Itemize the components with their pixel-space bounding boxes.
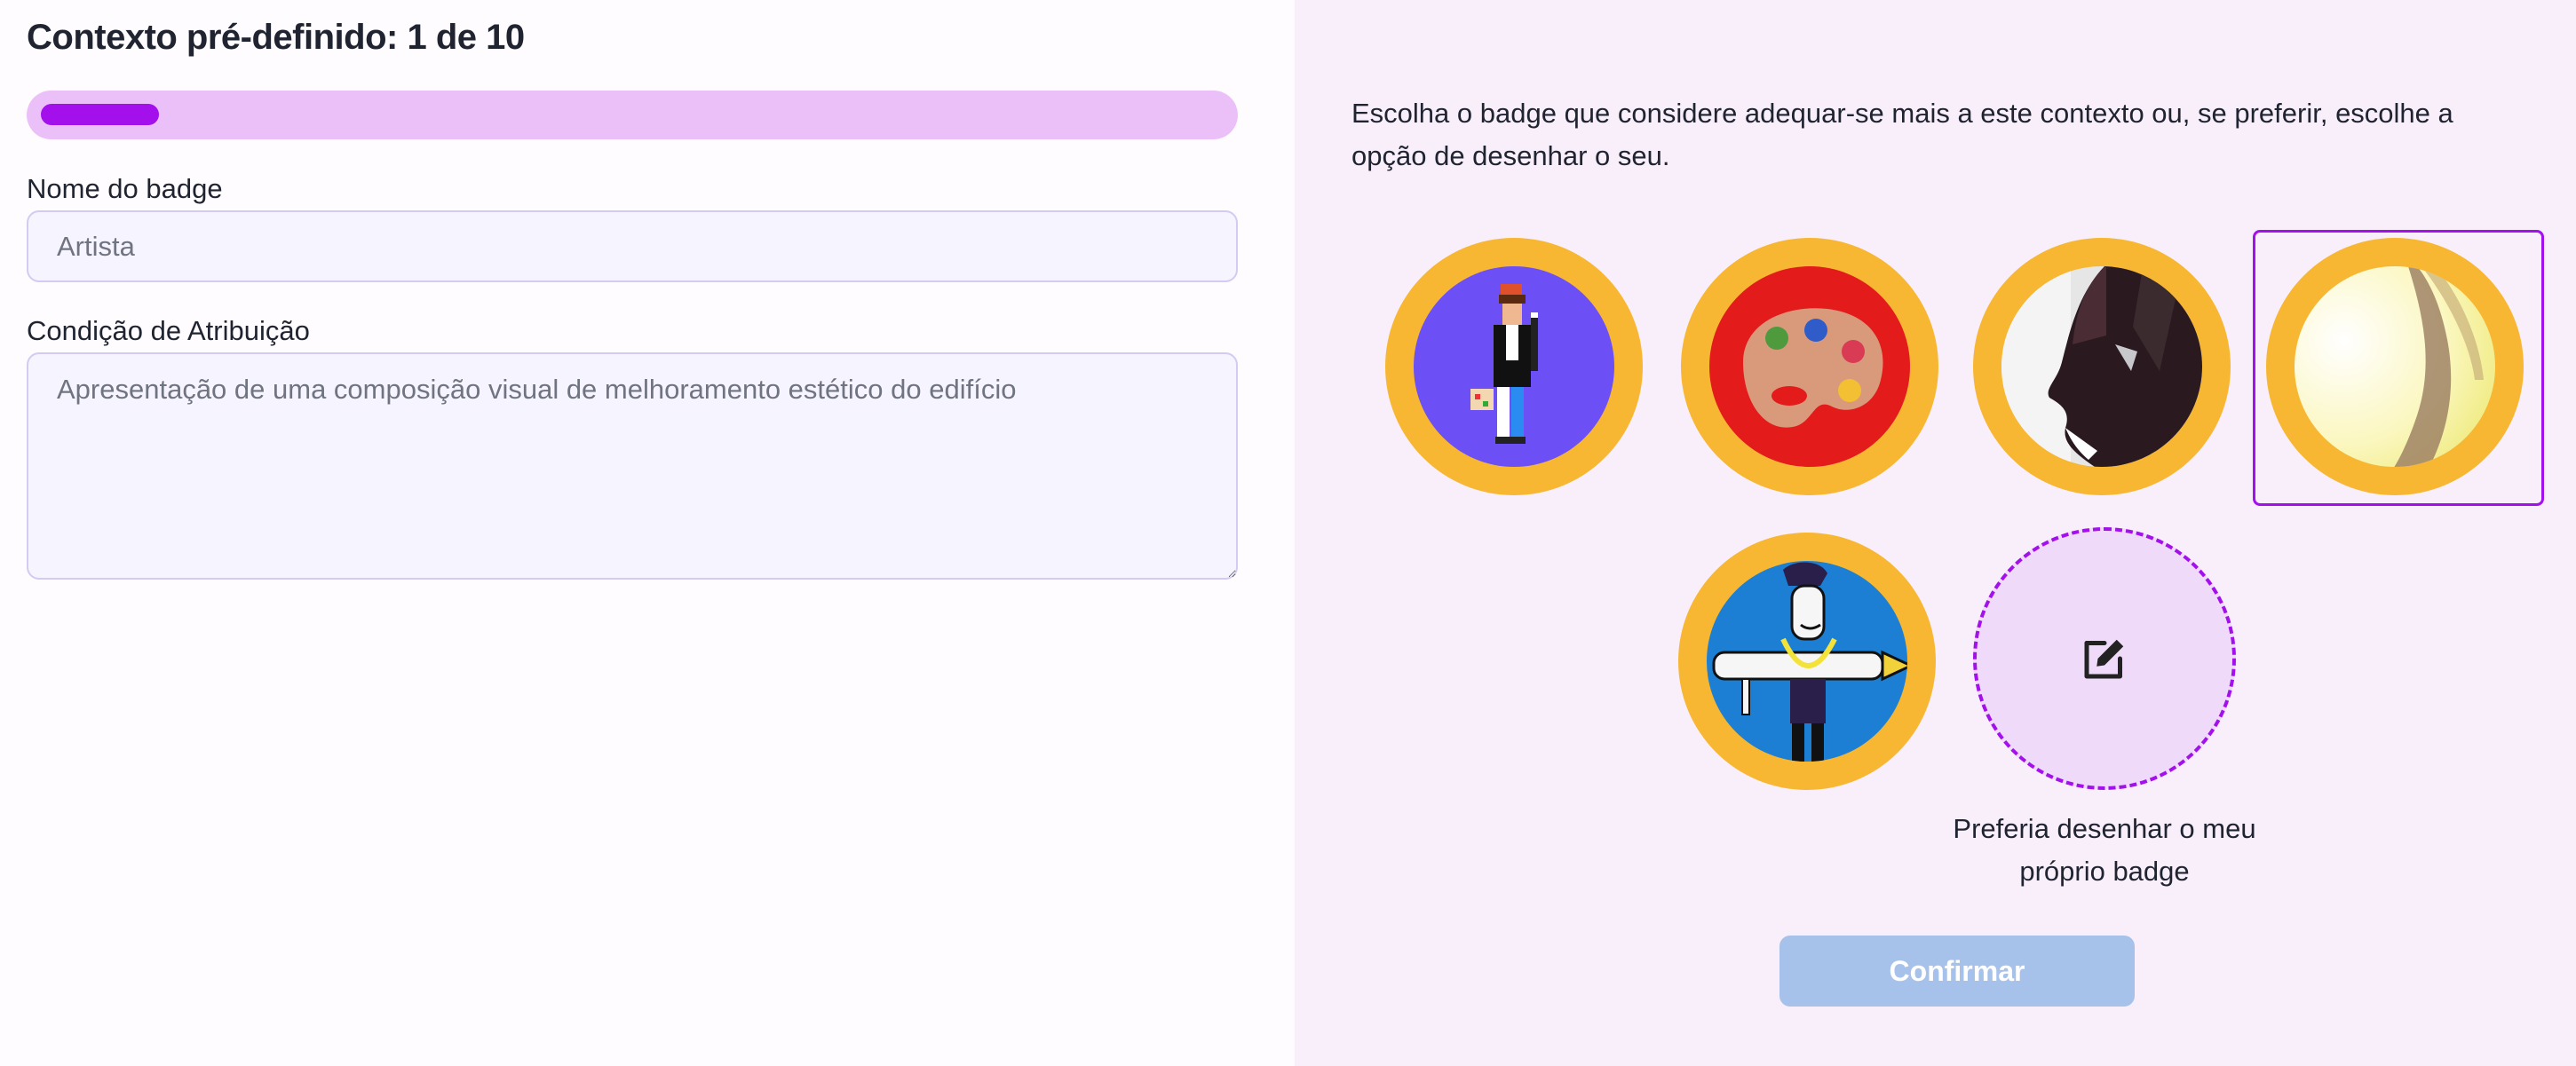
progress-fill [41, 104, 159, 125]
draw-own-badge-button[interactable] [1973, 527, 2236, 790]
draw-own-badge-label: Preferia desenhar o meu próprio badge [1953, 813, 2256, 887]
yellow-abstract-image [2295, 266, 2495, 467]
condition-label: Condição de Atribuição [27, 315, 310, 346]
pixel-artist-image [1414, 266, 1614, 467]
badge-option-palette[interactable] [1681, 238, 1938, 495]
progress-bar [27, 91, 1238, 139]
badge-name-label: Nome do badge [27, 173, 223, 204]
edit-icon [2084, 639, 2124, 679]
condition-textarea[interactable] [27, 352, 1238, 580]
badge-option-artist[interactable] [1385, 238, 1643, 495]
cartoon-pencil-man-image [1707, 561, 1907, 762]
paint-palette-image [1709, 266, 1910, 467]
abstract-face-image [2001, 266, 2202, 467]
confirm-button[interactable]: Confirmar [1779, 936, 2135, 1007]
form-panel: Contexto pré-definido: 1 de 10 Nome do b… [0, 0, 1295, 1066]
badge-instructions: Escolha o badge que considere adequar-se… [1351, 98, 2453, 171]
page-title: Contexto pré-definido: 1 de 10 [27, 18, 525, 57]
badge-option-face[interactable] [1973, 238, 2231, 495]
badge-option-cartoon[interactable] [1678, 533, 1936, 790]
badge-name-input[interactable] [27, 210, 1238, 282]
badge-option-abstract-yellow[interactable] [2266, 238, 2524, 495]
